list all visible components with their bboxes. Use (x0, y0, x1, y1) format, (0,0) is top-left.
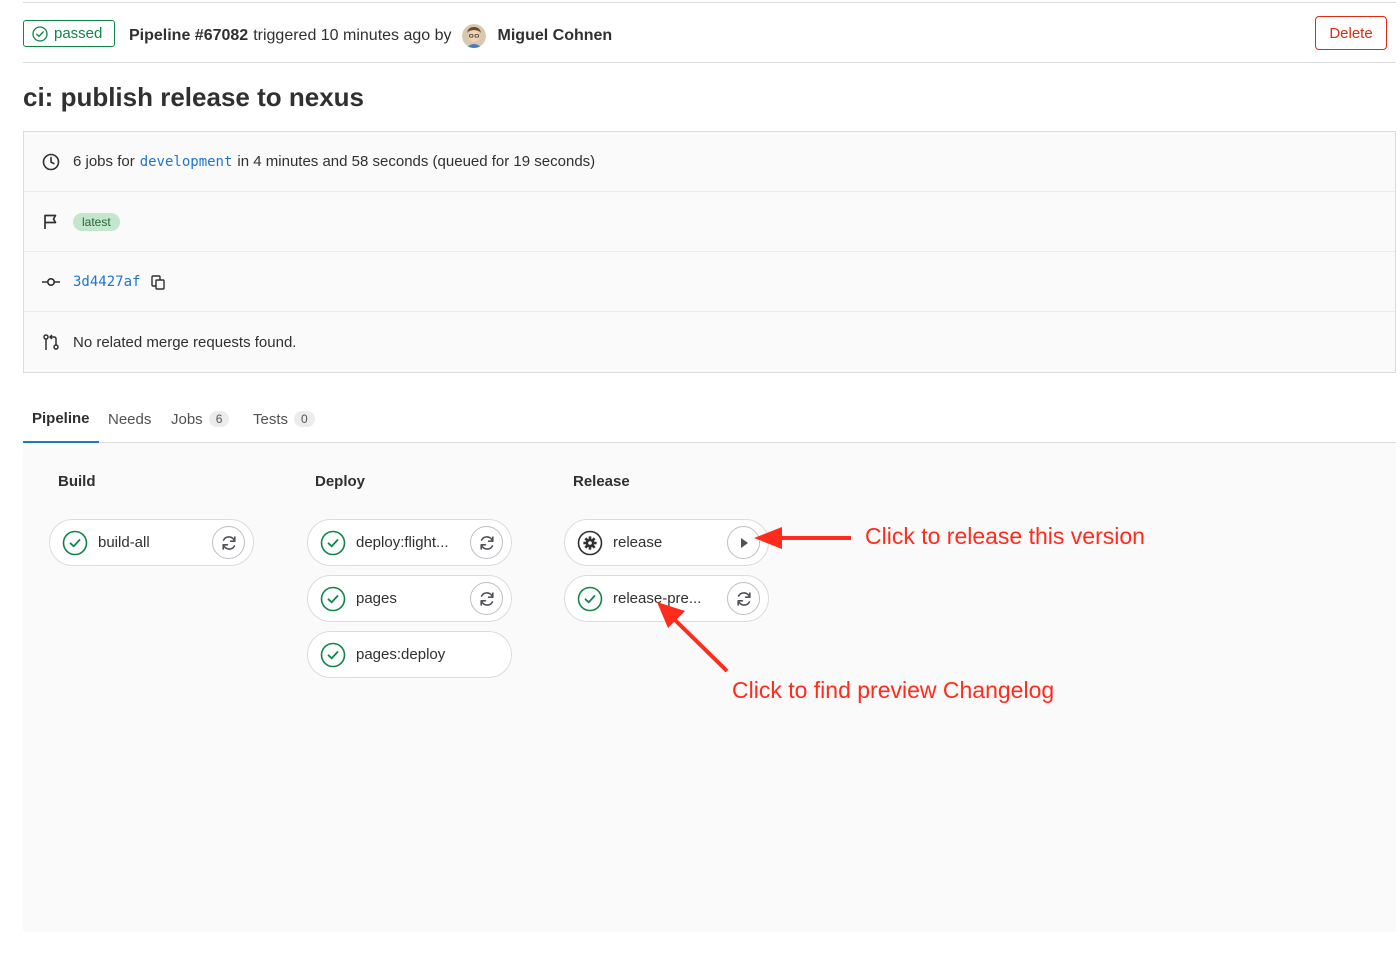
merge-requests-text: No related merge requests found. (73, 333, 297, 351)
stage-title-release: Release (573, 473, 630, 490)
job-pages[interactable]: pages (307, 575, 512, 622)
retry-icon (221, 535, 236, 550)
clock-icon (42, 153, 60, 171)
copy-icon[interactable] (150, 274, 166, 290)
tab-label: Needs (108, 410, 152, 428)
job-name: pages:deploy (356, 646, 446, 663)
pipeline-info: 6 jobs for development in 4 minutes and … (23, 131, 1396, 373)
job-build-all[interactable]: build-all (49, 519, 254, 566)
retry-icon (479, 591, 494, 606)
tab-count: 0 (294, 411, 315, 427)
job-deploy-flight[interactable]: deploy:flight... (307, 519, 512, 566)
jobs-summary-row: 6 jobs for development in 4 minutes and … (24, 132, 1395, 192)
commit-icon (42, 273, 60, 291)
pipeline-id: Pipeline #67082 (129, 27, 249, 44)
retry-button[interactable] (470, 526, 503, 559)
play-icon (740, 537, 748, 548)
triggered-text: triggered 10 minutes ago by (253, 27, 452, 44)
flag-icon (42, 213, 60, 231)
tab-count: 6 (208, 411, 230, 427)
job-release[interactable]: release (564, 519, 769, 566)
pipeline-tabs: Pipeline Needs Jobs 6 Tests 0 (23, 396, 1396, 443)
status-success-icon (62, 530, 88, 555)
stage-title-build: Build (58, 473, 96, 490)
tab-tests[interactable]: Tests 0 (253, 396, 315, 442)
check-circle-icon (32, 25, 48, 42)
pipeline-graph: Build Deploy Release build-all deploy:fl… (23, 443, 1396, 932)
retry-button[interactable] (470, 582, 503, 615)
status-badge[interactable]: passed (23, 20, 116, 47)
job-pages-deploy[interactable]: pages:deploy (307, 631, 512, 678)
tab-pipeline[interactable]: Pipeline (23, 396, 99, 443)
jobs-prefix: 6 jobs for (73, 153, 135, 170)
status-manual-gear-icon (577, 530, 603, 555)
tags-row: latest (24, 192, 1395, 252)
status-success-icon (320, 642, 346, 667)
annotation-preview: Click to find preview Changelog (732, 677, 1055, 703)
branch-link[interactable]: development (140, 154, 233, 170)
stage-title-deploy: Deploy (315, 473, 366, 490)
tab-label: Pipeline (32, 410, 90, 427)
play-button[interactable] (727, 526, 760, 559)
tab-label: Jobs (171, 410, 203, 428)
status-label: passed (54, 25, 103, 42)
commit-row: 3d4427af (24, 252, 1395, 312)
pipeline-summary: Pipeline #67082 triggered 10 minutes ago… (129, 24, 612, 48)
retry-icon (736, 591, 751, 606)
retry-button[interactable] (727, 582, 760, 615)
tab-jobs[interactable]: Jobs 6 (171, 396, 230, 442)
latest-badge: latest (73, 212, 120, 231)
merge-request-icon (42, 333, 60, 351)
tab-needs[interactable]: Needs (108, 396, 151, 442)
jobs-suffix: in 4 minutes and 58 seconds (queued for … (237, 153, 596, 170)
page-title: ci: publish release to nexus (23, 82, 364, 112)
commit-sha[interactable]: 3d4427af (73, 274, 140, 290)
retry-icon (479, 535, 494, 550)
avatar[interactable] (461, 24, 486, 48)
author-name[interactable]: Miguel Cohnen (498, 27, 613, 45)
tab-label: Tests (253, 410, 289, 428)
annotation-release: Click to release this version (865, 523, 1145, 549)
pipeline-header: passed Pipeline #67082 triggered 10 minu… (23, 2, 1396, 63)
status-success-icon (577, 586, 603, 611)
status-success-icon (320, 586, 346, 611)
delete-button[interactable]: Delete (1315, 16, 1387, 50)
merge-requests-row: No related merge requests found. (24, 312, 1395, 372)
status-success-icon (320, 530, 346, 555)
job-release-preview[interactable]: release-pre... (564, 575, 769, 622)
retry-button[interactable] (212, 526, 245, 559)
